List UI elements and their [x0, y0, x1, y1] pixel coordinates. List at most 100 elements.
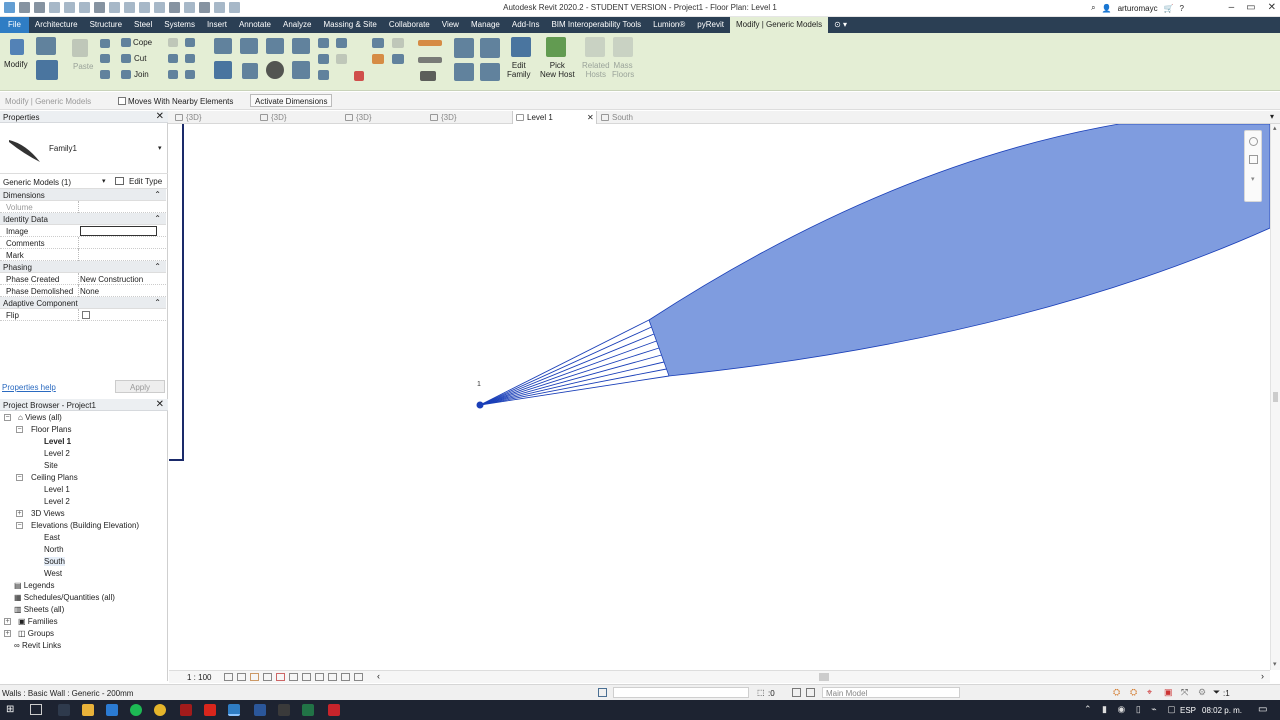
view-tab-3d-2[interactable]: {3D}	[257, 111, 342, 124]
clock[interactable]: 08:02 p. m.	[1202, 706, 1242, 715]
row-phase-demolished[interactable]: Phase Demolished None	[0, 285, 166, 297]
steering-wheel-icon[interactable]	[1249, 137, 1258, 146]
language-indicator[interactable]: ESP	[1180, 706, 1196, 715]
zoom-icon[interactable]	[1249, 155, 1258, 164]
tree-elevation-east[interactable]: East	[44, 533, 60, 542]
tab-architecture[interactable]: Architecture	[29, 17, 84, 33]
drawing-canvas[interactable]: 1 ▾	[169, 124, 1270, 670]
related-hosts-button[interactable]: Related Hosts	[582, 61, 610, 79]
windows-start-icon[interactable]: ⊞	[6, 704, 14, 715]
collapse-icon[interactable]: ⌃	[154, 298, 161, 307]
shadows-icon[interactable]	[263, 673, 272, 681]
tree-3d-views[interactable]: 3D Views	[31, 509, 65, 518]
row-phase-created[interactable]: Phase Created New Construction	[0, 273, 166, 285]
type-properties-icon[interactable]	[36, 60, 58, 80]
tab-view[interactable]: View	[436, 17, 465, 33]
mirror-draw-icon[interactable]	[292, 38, 310, 54]
notifications-icon[interactable]: ▭	[1258, 704, 1267, 715]
section-identity[interactable]: Identity Data ⌃	[0, 213, 166, 225]
row-image[interactable]: Image	[0, 225, 166, 237]
row-comments[interactable]: Comments	[0, 237, 166, 249]
hide-element-icon[interactable]	[392, 38, 404, 48]
store-icon[interactable]	[106, 704, 118, 716]
edit-type-button[interactable]: Edit Type	[129, 177, 162, 186]
tree-floor-plans[interactable]: Floor Plans	[31, 425, 71, 434]
acrobat-icon[interactable]	[204, 704, 216, 716]
create-assembly-icon[interactable]	[454, 38, 474, 58]
type-dropdown-icon[interactable]: ▾	[158, 144, 162, 152]
mass-floors-button[interactable]: Mass Floors	[612, 61, 634, 79]
cut-geometry-icon[interactable]	[100, 39, 110, 48]
view-tab-3d-3[interactable]: {3D}	[342, 111, 427, 124]
tree-revit-links[interactable]: ∞ Revit Links	[14, 641, 61, 650]
expand-families-icon[interactable]: +	[4, 618, 11, 625]
tab-add-ins[interactable]: Add-Ins	[506, 17, 546, 33]
work-plane-icon[interactable]	[420, 71, 436, 81]
scroll-down-icon[interactable]: ▾	[1273, 660, 1277, 668]
select-pinned-icon[interactable]: ⌖	[1147, 687, 1152, 698]
tab-modify-generic-models[interactable]: Modify | Generic Models	[729, 17, 829, 33]
file-explorer-icon[interactable]	[82, 704, 94, 716]
moves-with-label[interactable]: Moves With Nearby Elements	[128, 97, 233, 106]
tab-collaborate[interactable]: Collaborate	[383, 17, 436, 33]
word-icon[interactable]	[254, 704, 266, 716]
modify-cursor-icon[interactable]	[10, 39, 24, 55]
type-selector[interactable]: Family1 ▾	[0, 124, 168, 174]
view-tab-3d-4[interactable]: {3D}	[427, 111, 512, 124]
ribbon-toggle-icon[interactable]: ⊙ ▾	[828, 17, 853, 33]
close-icon[interactable]: ✕	[1268, 2, 1276, 13]
demolish-icon[interactable]	[185, 54, 195, 63]
tree-floor-plan-level-1[interactable]: Level 1	[44, 437, 71, 446]
create-similar-icon[interactable]	[454, 63, 474, 81]
tree-ceiling-level-1[interactable]: Level 1	[44, 485, 70, 494]
collapse-icon[interactable]: ⌃	[154, 214, 161, 223]
instance-filter-dropdown-icon[interactable]: ▾	[102, 177, 106, 185]
tab-insert[interactable]: Insert	[201, 17, 233, 33]
horizontal-scroll-thumb[interactable]	[819, 673, 829, 681]
user-name[interactable]: arturomayc	[1118, 4, 1158, 13]
unpin-icon[interactable]	[336, 54, 347, 64]
tree-groups[interactable]: ◫ Groups	[18, 629, 54, 638]
array-icon[interactable]	[318, 38, 329, 48]
show-crop-icon[interactable]	[289, 673, 298, 681]
tree-legends[interactable]: ▤ Legends	[14, 581, 54, 590]
temp-hide-icon[interactable]	[302, 673, 311, 681]
tab-file[interactable]: File	[0, 17, 29, 33]
scroll-right-icon[interactable]: ›	[1261, 671, 1264, 681]
worksharing-display-icon[interactable]	[341, 673, 350, 681]
collapse-ceiling-plans-icon[interactable]: −	[16, 474, 23, 481]
collapse-views-icon[interactable]: −	[4, 414, 11, 421]
scroll-up-icon[interactable]: ▴	[1273, 124, 1277, 132]
tree-floor-plan-site[interactable]: Site	[44, 461, 58, 470]
worksets-dropdown[interactable]	[613, 687, 749, 698]
zoom-dropdown-icon[interactable]: ▾	[1251, 175, 1255, 183]
tab-pyrevit[interactable]: pyRevit	[691, 17, 730, 33]
copy-element-icon[interactable]	[242, 63, 258, 79]
view-scale[interactable]: 1 : 100	[187, 673, 211, 682]
visual-style-icon[interactable]	[237, 673, 246, 681]
paint-icon[interactable]	[168, 54, 178, 63]
row-mark[interactable]: Mark	[0, 249, 166, 261]
reveal-hidden-icon[interactable]	[315, 673, 324, 681]
select-links-icon[interactable]: ⛭	[1113, 687, 1120, 698]
crop-view-icon[interactable]	[276, 673, 285, 681]
linework-icon[interactable]	[392, 54, 404, 64]
offset-icon[interactable]	[240, 38, 258, 54]
view-tab-3d-1[interactable]: {3D}	[172, 111, 257, 124]
split-face-icon[interactable]	[185, 38, 195, 47]
autocad-icon[interactable]	[328, 704, 340, 716]
pick-new-host-button[interactable]: Pick New Host	[540, 61, 575, 79]
tab-massing-site[interactable]: Massing & Site	[317, 17, 382, 33]
parts-icon[interactable]	[480, 63, 500, 81]
worksets-icon[interactable]	[598, 688, 607, 697]
tree-ceiling-level-2[interactable]: Level 2	[44, 497, 70, 506]
binoculars-icon[interactable]: ⌕	[1091, 3, 1095, 13]
rotate-icon[interactable]	[266, 61, 284, 79]
maximize-icon[interactable]: ▭	[1246, 2, 1255, 13]
override-graphics-icon[interactable]	[372, 54, 384, 64]
apply-button[interactable]: Apply	[115, 380, 165, 393]
properties-icon[interactable]	[36, 37, 56, 55]
select-underlay-icon[interactable]: ⛭	[1130, 687, 1137, 698]
align-icon[interactable]	[214, 38, 232, 54]
generic-model-shape[interactable]	[648, 124, 1270, 377]
